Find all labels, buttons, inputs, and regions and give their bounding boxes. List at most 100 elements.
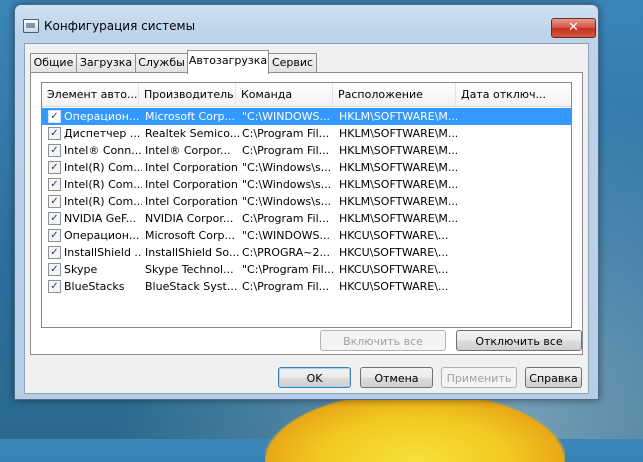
cell-startup-item: Intel(R) Com... bbox=[64, 195, 142, 208]
table-row[interactable]: ✓ Intel(R) Com... Intel Corporation "C:\Win… bbox=[42, 193, 571, 210]
cancel-button[interactable]: Отмена bbox=[360, 367, 433, 388]
startup-item-checkbox[interactable]: ✓ bbox=[48, 178, 61, 191]
table-row[interactable]: ✓ BlueStacks BlueStack Syst... C:\Program F… bbox=[42, 278, 571, 295]
cell-manufacturer: Microsoft Corp... bbox=[145, 110, 235, 123]
startup-item-checkbox[interactable]: ✓ bbox=[48, 110, 61, 123]
cell-date-disabled bbox=[462, 176, 567, 193]
table-row[interactable]: ✓ NVIDIA GeF... NVIDIA Corpor... C:\Program… bbox=[42, 210, 571, 227]
cell-manufacturer: NVIDIA Corpor... bbox=[145, 212, 234, 225]
disable-all-button[interactable]: Отключить все bbox=[456, 330, 582, 351]
table-row[interactable]: ✓ Skype Skype Technol... "C:\Program Fil...… bbox=[42, 261, 571, 278]
startup-item-checkbox[interactable]: ✓ bbox=[48, 144, 61, 157]
startup-items-list[interactable]: Элемент авто... Производитель Команда Ра… bbox=[41, 82, 572, 328]
cell-manufacturer: Intel Corporation bbox=[145, 178, 238, 191]
startup-item-checkbox[interactable]: ✓ bbox=[48, 161, 61, 174]
cell-date-disabled bbox=[462, 227, 567, 244]
startup-item-checkbox[interactable]: ✓ bbox=[48, 195, 61, 208]
startup-tab-panel: Элемент авто... Производитель Команда Ра… bbox=[30, 72, 583, 355]
table-row[interactable]: ✓ Операцион... Microsoft Corp... "C:\WINDOW… bbox=[42, 227, 571, 244]
startup-item-checkbox[interactable]: ✓ bbox=[48, 246, 61, 259]
cell-location: HKLM\SOFTWARE\M... bbox=[339, 178, 457, 191]
cell-command: "C:\Windows\s... bbox=[242, 161, 332, 174]
cell-location: HKLM\SOFTWARE\M... bbox=[339, 144, 457, 157]
cell-startup-item: Skype bbox=[64, 263, 98, 276]
table-row[interactable]: ✓ InstallShield ... InstallShield So... C:\… bbox=[42, 244, 571, 261]
column-header-command[interactable]: Команда bbox=[236, 83, 333, 106]
table-row[interactable]: ✓ Диспетчер ... Realtek Semico... C:\Progra… bbox=[42, 125, 571, 142]
dialog-client-area: Общие Загрузка Службы Автозагрузка Серви… bbox=[24, 43, 589, 394]
column-header-manufacturer[interactable]: Производитель bbox=[139, 83, 236, 106]
cell-command: "C:\Windows\s... bbox=[242, 178, 332, 191]
cell-startup-item: Intel® Conn... bbox=[64, 144, 142, 157]
apply-button[interactable]: Применить bbox=[441, 367, 517, 388]
cell-location: HKCU\SOFTWARE\... bbox=[339, 229, 449, 242]
cell-command: C:\Program Fil... bbox=[242, 144, 330, 157]
cell-location: HKLM\SOFTWARE\M... bbox=[339, 212, 457, 225]
cell-manufacturer: InstallShield So... bbox=[145, 246, 239, 259]
table-row[interactable]: ✓ Операцион... Microsoft Corp... "C:\WINDOW… bbox=[42, 108, 571, 125]
desktop-wallpaper-flower bbox=[265, 392, 565, 462]
cell-command: C:\Program Fil... bbox=[242, 280, 330, 293]
cell-startup-item: InstallShield ... bbox=[64, 246, 142, 259]
cell-location: HKLM\SOFTWARE\M... bbox=[339, 127, 457, 140]
cell-startup-item: NVIDIA GeF... bbox=[64, 212, 137, 225]
cell-date-disabled bbox=[462, 244, 567, 261]
cell-date-disabled bbox=[462, 159, 567, 176]
startup-item-checkbox[interactable]: ✓ bbox=[48, 127, 61, 140]
cell-manufacturer: Microsoft Corp... bbox=[145, 229, 235, 242]
cell-date-disabled bbox=[462, 125, 567, 142]
startup-item-checkbox[interactable]: ✓ bbox=[48, 280, 61, 293]
tab-boot[interactable]: Загрузка bbox=[76, 53, 136, 73]
tab-services[interactable]: Службы bbox=[135, 53, 188, 73]
cell-startup-item: Операцион... bbox=[64, 110, 140, 123]
cell-date-disabled bbox=[462, 142, 567, 159]
cell-command: C:\Program Fil... bbox=[242, 127, 330, 140]
cell-manufacturer: Intel® Corpor... bbox=[145, 144, 231, 157]
tab-general[interactable]: Общие bbox=[30, 53, 77, 73]
ok-button[interactable]: OK bbox=[278, 367, 351, 388]
cell-startup-item: Intel(R) Com... bbox=[64, 161, 142, 174]
cell-date-disabled bbox=[462, 261, 567, 278]
cell-manufacturer: Intel Corporation bbox=[145, 195, 238, 208]
tab-startup[interactable]: Автозагрузка bbox=[187, 50, 269, 74]
startup-item-checkbox[interactable]: ✓ bbox=[48, 229, 61, 242]
cell-manufacturer: Intel Corporation bbox=[145, 161, 238, 174]
cell-location: HKCU\SOFTWARE\... bbox=[339, 263, 449, 276]
cell-startup-item: Диспетчер ... bbox=[64, 127, 141, 140]
help-button[interactable]: Справка bbox=[525, 367, 582, 388]
cell-location: HKLM\SOFTWARE\M... bbox=[339, 195, 457, 208]
cell-location: HKCU\SOFTWARE\... bbox=[339, 246, 449, 259]
startup-item-checkbox[interactable]: ✓ bbox=[48, 212, 61, 225]
table-row[interactable]: ✓ Intel® Conn... Intel® Corpor... C:\Progra… bbox=[42, 142, 571, 159]
cell-command: "C:\WINDOWS... bbox=[242, 229, 330, 242]
close-button[interactable]: ✕ bbox=[551, 18, 596, 38]
cell-command: C:\PROGRA~2... bbox=[242, 246, 330, 259]
cell-location: HKLM\SOFTWARE\M... bbox=[339, 110, 457, 123]
cell-date-disabled bbox=[462, 108, 567, 125]
system-configuration-window: Конфигурация системы ✕ Общие Загрузка Сл… bbox=[14, 4, 599, 400]
cell-startup-item: BlueStacks bbox=[64, 280, 125, 293]
cell-date-disabled bbox=[462, 210, 567, 227]
cell-location: HKLM\SOFTWARE\M... bbox=[339, 161, 457, 174]
msconfig-app-icon bbox=[23, 19, 39, 33]
cell-date-disabled bbox=[462, 278, 567, 295]
cell-manufacturer: BlueStack Syst... bbox=[145, 280, 238, 293]
column-header-location[interactable]: Расположение bbox=[333, 83, 456, 106]
startup-item-checkbox[interactable]: ✓ bbox=[48, 263, 61, 276]
column-header-startup-item[interactable]: Элемент авто... bbox=[42, 83, 139, 106]
cell-command: "C:\WINDOWS... bbox=[242, 110, 330, 123]
enable-all-button[interactable]: Включить все bbox=[320, 330, 446, 351]
cell-command: C:\Program Fil... bbox=[242, 212, 330, 225]
title-bar[interactable]: Конфигурация системы ✕ bbox=[15, 5, 598, 39]
table-row[interactable]: ✓ Intel(R) Com... Intel Corporation "C:\Win… bbox=[42, 176, 571, 193]
window-title: Конфигурация системы bbox=[44, 19, 196, 33]
cell-startup-item: Intel(R) Com... bbox=[64, 178, 142, 191]
cell-date-disabled bbox=[462, 193, 567, 210]
cell-command: "C:\Program Fil... bbox=[242, 263, 335, 276]
cell-command: "C:\Windows\s... bbox=[242, 195, 332, 208]
table-row[interactable]: ✓ Intel(R) Com... Intel Corporation "C:\Win… bbox=[42, 159, 571, 176]
tab-tools[interactable]: Сервис bbox=[268, 53, 317, 73]
list-header: Элемент авто... Производитель Команда Ра… bbox=[42, 83, 571, 107]
cell-startup-item: Операцион... bbox=[64, 229, 140, 242]
column-header-date-disabled[interactable]: Дата отключ... bbox=[456, 83, 571, 106]
